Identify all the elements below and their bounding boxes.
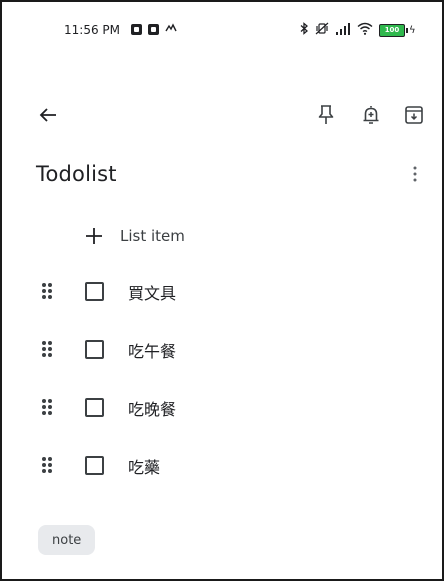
note-title[interactable]: Todolist	[36, 162, 117, 186]
back-button[interactable]	[34, 101, 62, 129]
more-vert-icon	[413, 166, 417, 182]
pin-button[interactable]	[312, 101, 340, 129]
app-notification-icon	[148, 24, 159, 35]
item-text[interactable]: 吃午餐	[128, 338, 176, 362]
archive-button[interactable]	[400, 101, 428, 129]
status-bar: 11:56 PM 100 ϟ	[2, 20, 442, 40]
add-item-label: List item	[120, 227, 185, 245]
plus-icon	[84, 226, 104, 246]
list-item: 吃藥	[38, 448, 418, 506]
item-checkbox[interactable]	[85, 340, 104, 359]
drag-handle-icon[interactable]	[40, 456, 54, 474]
item-checkbox[interactable]	[85, 456, 104, 475]
list-item: 吃晚餐	[38, 390, 418, 448]
app-notification-icon	[131, 24, 142, 35]
signal-glyph-icon	[165, 23, 177, 36]
item-text[interactable]: 買文具	[128, 280, 176, 304]
status-time: 11:56 PM	[64, 23, 120, 37]
note-toolbar	[2, 98, 442, 138]
title-row: Todolist	[36, 162, 417, 192]
battery-level: 100	[379, 23, 405, 37]
status-notification-icons	[131, 23, 177, 36]
add-list-item[interactable]: List item	[84, 222, 185, 250]
battery-icon: 100 ϟ	[379, 23, 416, 37]
vibrate-off-icon	[315, 22, 329, 38]
list-item: 吃午餐	[38, 332, 418, 390]
charging-icon: ϟ	[409, 24, 416, 36]
cell-signal-icon	[335, 22, 351, 38]
pin-icon	[318, 105, 334, 124]
drag-handle-icon[interactable]	[40, 398, 54, 416]
bluetooth-icon	[299, 22, 309, 38]
status-system-icons: 100 ϟ	[299, 22, 416, 38]
arrow-back-icon	[39, 108, 56, 122]
wifi-icon	[357, 22, 373, 38]
more-options-button[interactable]	[402, 160, 428, 190]
archive-icon	[405, 106, 423, 124]
todo-list: 買文具 吃午餐 吃晚餐 吃藥	[38, 274, 418, 506]
item-text[interactable]: 吃晚餐	[128, 396, 176, 420]
add-alert-icon	[363, 106, 379, 124]
item-text[interactable]: 吃藥	[128, 454, 160, 478]
battery-tip	[406, 27, 408, 33]
app-frame: 11:56 PM 100 ϟ Todolist List item 買文具 吃午…	[0, 0, 444, 581]
list-item: 買文具	[38, 274, 418, 332]
drag-handle-icon[interactable]	[40, 340, 54, 358]
item-checkbox[interactable]	[85, 398, 104, 417]
item-checkbox[interactable]	[85, 282, 104, 301]
reminder-button[interactable]	[357, 101, 385, 129]
drag-handle-icon[interactable]	[40, 282, 54, 300]
label-chip[interactable]: note	[38, 525, 96, 555]
label-chip-text: note	[52, 532, 82, 548]
